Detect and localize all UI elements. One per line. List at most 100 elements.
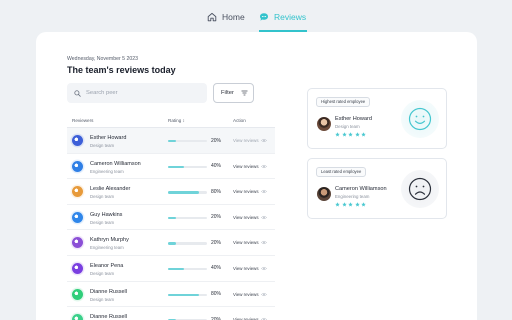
star-icon	[348, 202, 353, 207]
column-rating[interactable]: Rating ↕	[168, 118, 185, 123]
table-header: Reviewers Rating ↕ Action	[67, 116, 275, 128]
rating-percent: 20%	[211, 316, 222, 320]
table-row[interactable]: Guy Hawkins Design team 20% View reviews	[67, 205, 275, 231]
rating-bar-fill	[168, 165, 184, 168]
table-row[interactable]: Eleanor Pena Design team 40% View reviews	[67, 256, 275, 282]
rating-percent: 40%	[211, 265, 222, 272]
rating-percent: 80%	[211, 188, 222, 195]
eye-icon[interactable]	[261, 164, 267, 169]
reviewer-name: Guy Hawkins	[90, 211, 123, 218]
star-icon	[341, 132, 347, 137]
eye-icon[interactable]	[261, 240, 267, 245]
rating-bar	[168, 216, 207, 220]
rating-percent: 20%	[211, 239, 222, 246]
rating-bar-fill	[168, 293, 200, 296]
table-row[interactable]: Dianne Russell Design team 80% View reviews	[67, 282, 275, 308]
eye-icon[interactable]	[261, 215, 267, 220]
reviewer-name: Cameron Williamson	[90, 160, 141, 167]
eye-icon[interactable]	[261, 292, 267, 297]
reviewer-name: Kathryn Murphy	[90, 237, 129, 244]
rating-percent: 20%	[211, 137, 222, 144]
avatar	[72, 262, 83, 274]
nav-home-tab[interactable]: Home	[207, 12, 247, 32]
avatar	[72, 314, 83, 320]
rating-bar-fill	[168, 191, 200, 194]
rating-bar	[168, 293, 207, 296]
reviewer-name: Dianne Russell	[90, 288, 127, 295]
star-icon	[341, 202, 347, 207]
avatar	[72, 135, 83, 146]
avatar	[72, 186, 83, 198]
star-icon	[354, 132, 360, 137]
filter-button[interactable]: Filter	[213, 83, 254, 103]
least-rated-team: Engineering team	[335, 194, 370, 199]
reviewer-team: Engineering team	[90, 168, 124, 174]
star-icon	[348, 132, 353, 137]
eye-icon[interactable]	[261, 189, 267, 194]
eye-icon[interactable]	[261, 138, 267, 143]
highest-rated-team: Design team	[335, 124, 360, 129]
highest-rated-panel: Highest rated employee Esther Howard Des…	[307, 88, 447, 149]
view-reviews-link[interactable]: View reviews	[233, 138, 259, 143]
star-rating	[335, 202, 366, 207]
highest-rated-tag: Highest rated employee	[316, 97, 371, 107]
avatar	[317, 117, 331, 131]
filter-icon	[241, 90, 248, 96]
home-icon	[207, 12, 217, 22]
nav-reviews-tab[interactable]: Reviews	[259, 12, 307, 32]
rating-percent: 20%	[211, 214, 222, 221]
rating-bar-fill	[168, 140, 176, 143]
search-box[interactable]	[67, 83, 207, 103]
rating-bar	[168, 140, 207, 143]
table-row[interactable]: Leslie Alexander Design team 80% View revie…	[67, 179, 275, 205]
nav-home-label: Home	[222, 12, 245, 22]
star-icon	[335, 202, 340, 207]
eye-icon[interactable]	[261, 266, 267, 271]
column-action: Action	[233, 118, 246, 123]
sad-face-icon	[408, 177, 432, 201]
least-rated-tag: Least rated employee	[316, 167, 367, 177]
reviewers-table: Esther Howard Design team 20% View reviews C…	[67, 128, 275, 320]
rating-bar	[168, 242, 207, 245]
chat-bubble-icon	[260, 13, 268, 21]
reviewer-team: Design team	[90, 194, 115, 200]
reviewer-team: Engineering team	[90, 245, 124, 251]
table-row[interactable]: Kathryn Murphy Engineering team 20% View re…	[67, 230, 275, 256]
view-reviews-link[interactable]: View reviews	[233, 164, 259, 169]
star-icon	[361, 132, 366, 137]
view-reviews-link[interactable]: View reviews	[233, 215, 259, 220]
rating-percent: 80%	[211, 291, 222, 298]
rating-bar	[168, 267, 207, 271]
view-reviews-link[interactable]: View reviews	[233, 292, 259, 297]
reviewer-team: Design team	[90, 143, 115, 148]
reviewer-name: Dianne Russell	[90, 314, 127, 320]
highest-rated-name: Esther Howard	[335, 116, 372, 122]
column-reviewers[interactable]: Reviewers	[72, 118, 93, 123]
star-rating	[335, 132, 366, 137]
filter-label: Filter	[221, 90, 234, 96]
sad-face-badge	[401, 170, 439, 208]
view-reviews-link[interactable]: View reviews	[233, 189, 259, 194]
avatar	[72, 160, 83, 172]
view-reviews-link[interactable]: View reviews	[233, 240, 259, 245]
table-row[interactable]: Esther Howard Design team 20% View reviews	[67, 128, 275, 154]
avatar	[317, 187, 331, 201]
table-row[interactable]: Dianne Russell 20% View reviews	[67, 307, 275, 320]
smiley-face-icon	[408, 107, 432, 131]
rating-bar	[168, 165, 207, 168]
least-rated-name: Cameron Williamson	[335, 186, 387, 192]
search-icon	[74, 89, 81, 97]
page-title: The team's reviews today	[67, 65, 176, 75]
avatar	[72, 237, 83, 249]
search-input[interactable]	[86, 90, 196, 96]
avatar	[72, 288, 83, 300]
reviewer-name: Eleanor Pena	[90, 262, 124, 269]
rating-percent: 40%	[211, 163, 222, 170]
star-icon	[335, 132, 340, 137]
table-row[interactable]: Cameron Williamson Engineering team 40% Vie…	[67, 154, 275, 180]
reviewer-team: Design team	[90, 296, 115, 302]
reviewer-name: Esther Howard	[90, 135, 127, 141]
smiley-face-badge	[401, 100, 439, 138]
view-reviews-link[interactable]: View reviews	[233, 266, 259, 271]
rating-bar-fill	[168, 216, 176, 220]
